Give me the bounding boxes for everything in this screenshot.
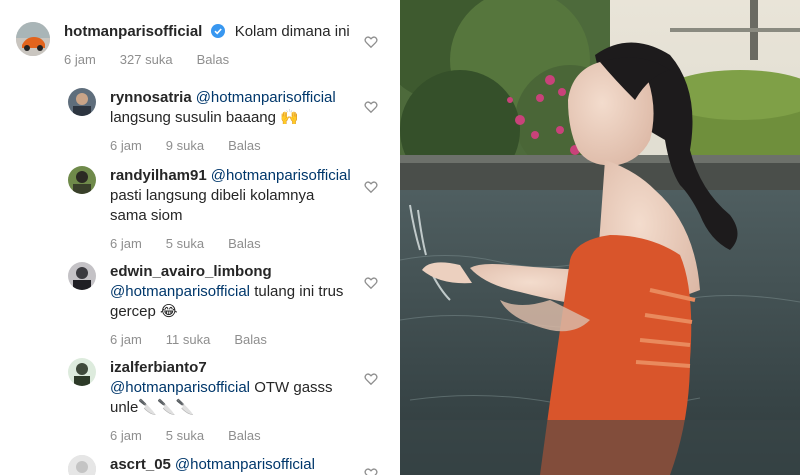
heart-icon[interactable]: [364, 180, 378, 194]
reply-username[interactable]: randyilham91: [110, 167, 207, 184]
reply-text: langsung susulin baaang 🙌: [110, 109, 299, 126]
reply-item: randyilham91 @hotmanparisofficial pasti l…: [68, 166, 360, 251]
verified-badge-icon: [210, 24, 225, 38]
reply-item: rynnosatria @hotmanparisofficial langsung…: [68, 88, 360, 153]
reply-mention[interactable]: @hotmanparisofficial: [196, 89, 336, 106]
comment-item: hotmanparisofficial Kolam dimana ini 6 j…: [16, 22, 364, 67]
reply-item: izalferbianto7 @hotmanparisofficial OTW …: [68, 358, 360, 443]
reply-mention[interactable]: @hotmanparisofficial: [211, 167, 351, 184]
default-avatar-icon: [68, 455, 96, 475]
reply-likes[interactable]: 5 suka: [166, 236, 204, 251]
user-avatar-icon: [68, 88, 96, 116]
reply-button[interactable]: Balas: [197, 52, 230, 67]
comment-likes[interactable]: 327 suka: [120, 52, 173, 67]
reply-time[interactable]: 6 jam: [110, 138, 142, 153]
avatar[interactable]: [68, 358, 96, 386]
comments-panel: hotmanparisofficial Kolam dimana ini 6 j…: [0, 0, 400, 475]
reply-likes[interactable]: 9 suka: [166, 138, 204, 153]
reply-likes[interactable]: 11 suka: [166, 332, 211, 347]
reply-item: ascrt_05 @hotmanparisofficial: [68, 455, 390, 475]
reply-button[interactable]: Balas: [228, 428, 261, 443]
reply-time[interactable]: 6 jam: [110, 332, 142, 347]
reply-mention[interactable]: @hotmanparisofficial: [175, 456, 315, 473]
pool-scene-image: [400, 0, 800, 475]
reply-username[interactable]: ascrt_05: [110, 456, 171, 473]
user-avatar-icon: [68, 166, 96, 194]
reply-time[interactable]: 6 jam: [110, 236, 142, 251]
heart-icon[interactable]: [364, 35, 378, 49]
avatar[interactable]: [68, 88, 96, 116]
heart-icon[interactable]: [364, 372, 378, 386]
comment-username[interactable]: hotmanparisofficial: [64, 23, 202, 40]
reply-button[interactable]: Balas: [228, 138, 261, 153]
reply-username[interactable]: izalferbianto7: [110, 359, 207, 376]
reply-mention[interactable]: @hotmanparisofficial: [110, 283, 250, 300]
reply-time[interactable]: 6 jam: [110, 428, 142, 443]
avatar[interactable]: [68, 166, 96, 194]
reply-button[interactable]: Balas: [234, 332, 267, 347]
heart-icon[interactable]: [364, 467, 378, 475]
video-frame[interactable]: [400, 0, 800, 475]
reply-item: edwin_avairo_limbong @hotmanparisofficia…: [68, 262, 360, 347]
comment-time[interactable]: 6 jam: [64, 52, 96, 67]
avatar[interactable]: [68, 262, 96, 290]
avatar[interactable]: [68, 455, 96, 475]
heart-icon[interactable]: [364, 276, 378, 290]
reply-mention[interactable]: @hotmanparisofficial: [110, 379, 250, 396]
reply-username[interactable]: rynnosatria: [110, 89, 192, 106]
reply-likes[interactable]: 5 suka: [166, 428, 204, 443]
reply-text: pasti langsung dibeli kolamnya sama siom: [110, 187, 315, 224]
heart-icon[interactable]: [364, 100, 378, 114]
user-avatar-icon: [68, 262, 96, 290]
user-avatar-icon: [68, 358, 96, 386]
comment-text: Kolam dimana ini: [234, 23, 350, 40]
car-avatar-icon: [16, 22, 50, 56]
reply-username[interactable]: edwin_avairo_limbong: [110, 263, 272, 280]
avatar[interactable]: [16, 22, 50, 56]
reply-button[interactable]: Balas: [228, 236, 261, 251]
